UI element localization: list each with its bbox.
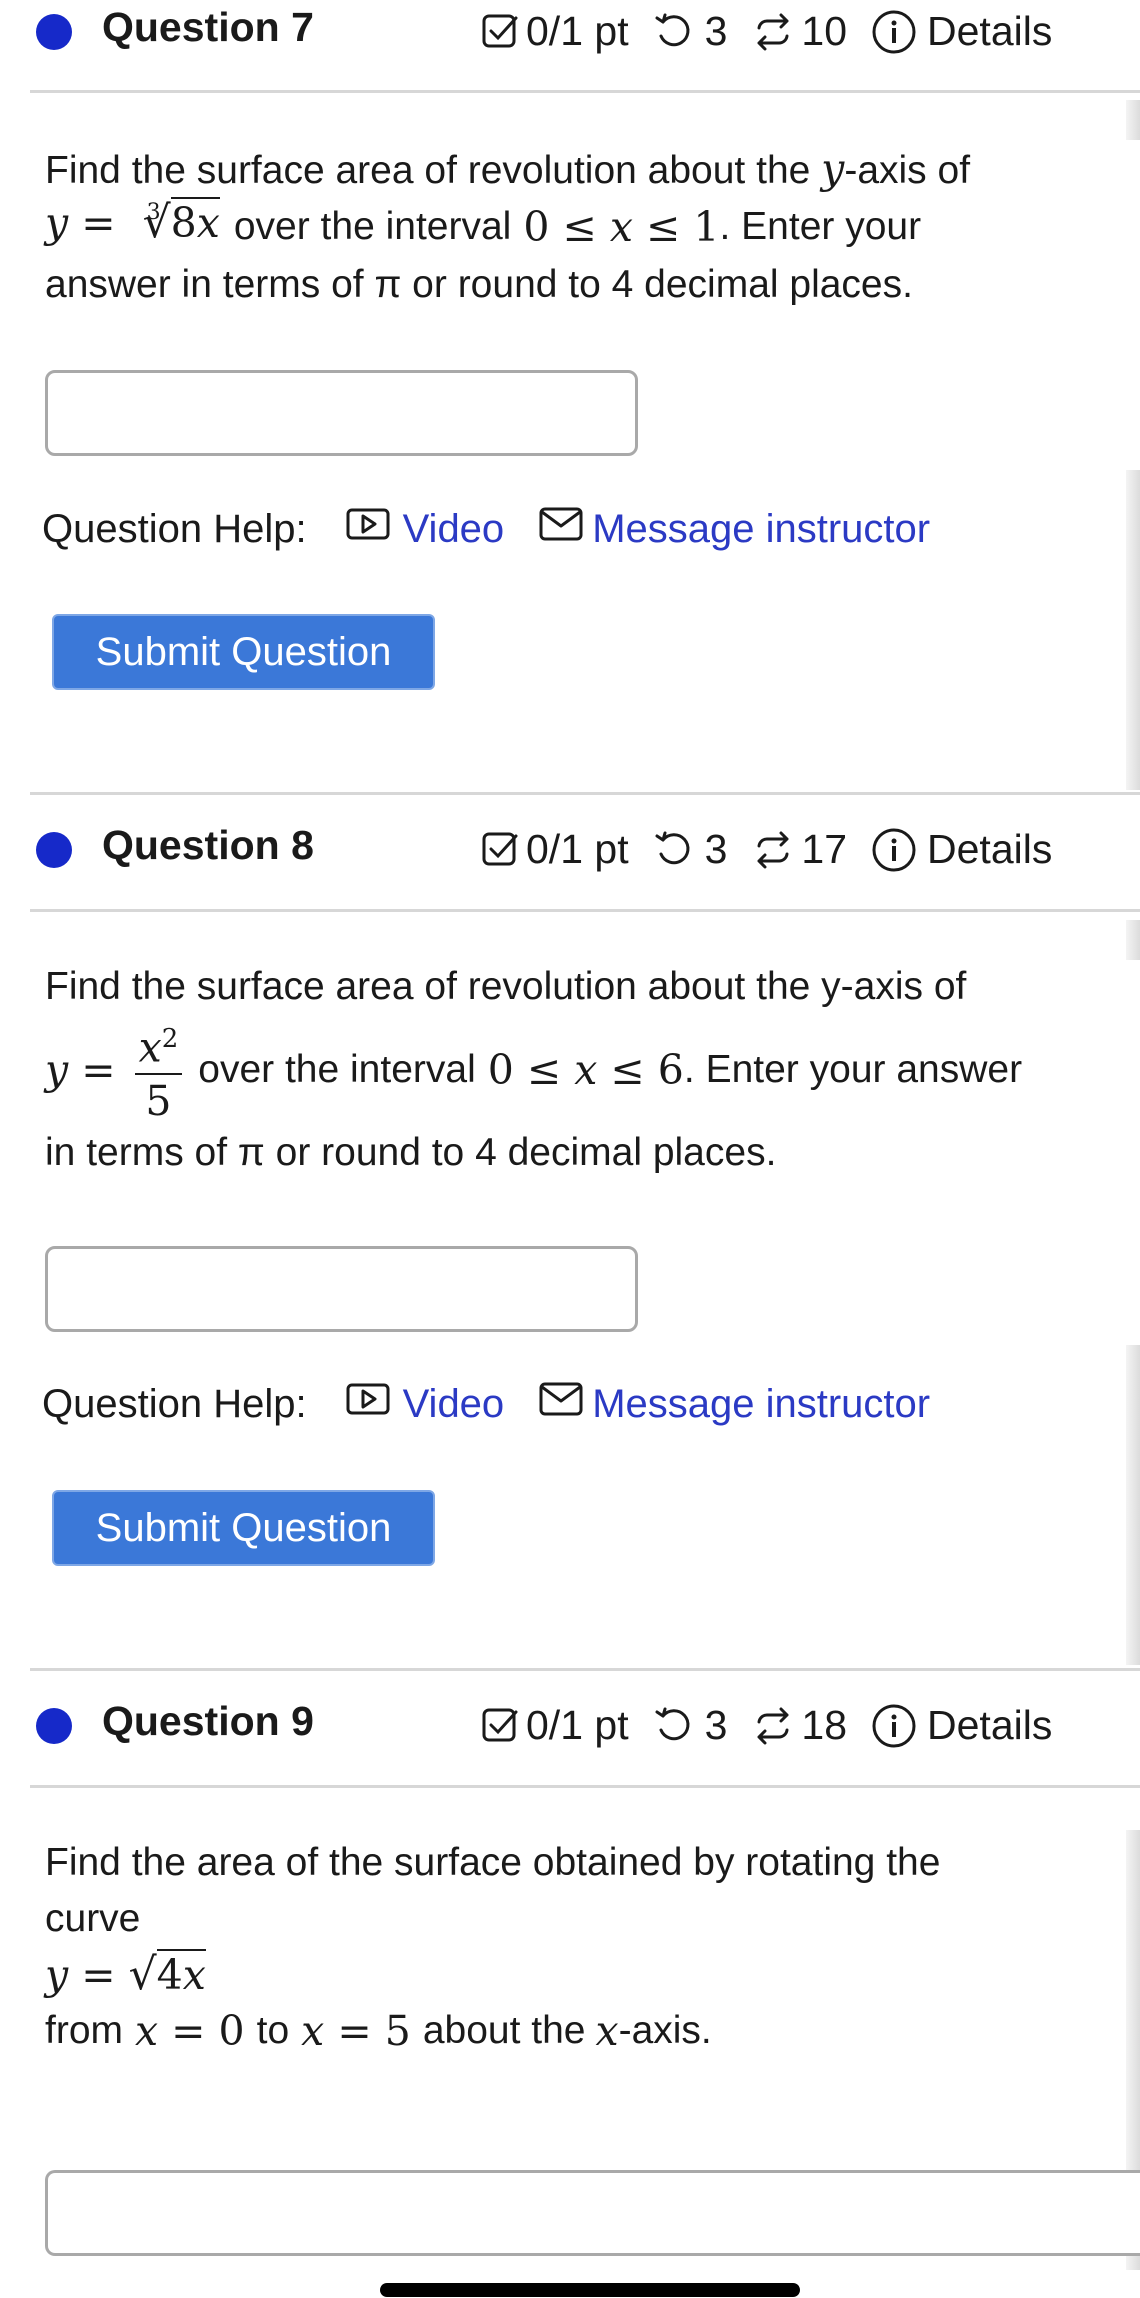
attempts-icon [753, 12, 793, 52]
question-7-header: Question 7 0/1 pt 3 10 Details [0, 0, 1140, 70]
retries-count: 3 [704, 1702, 728, 1748]
interval: 0 ≤ x ≤ 6 [487, 1046, 684, 1094]
video-link[interactable]: Video [345, 505, 504, 553]
details-link[interactable]: Details [927, 8, 1052, 55]
checkbox-icon [480, 830, 520, 870]
question-help: Question Help: Video Message instructor [42, 1380, 930, 1428]
info-icon[interactable] [871, 9, 917, 55]
answer-input[interactable] [45, 2170, 1140, 2256]
scrollbar-edge [1126, 470, 1140, 790]
checkbox-icon [480, 12, 520, 52]
mail-icon [538, 1381, 584, 1427]
retry-icon [653, 1706, 693, 1746]
attempts-icon [753, 830, 793, 870]
divider [30, 90, 1140, 93]
answer-input[interactable] [45, 1246, 638, 1332]
divider [30, 1785, 1140, 1788]
question-title: Question 8 [102, 822, 314, 868]
question-help: Question Help: Video Message instructor [42, 505, 930, 553]
question-8-header: Question 8 0/1 pt 3 17 Details [0, 818, 1140, 888]
help-label: Question Help: [42, 1381, 307, 1426]
question-9-text: Find the area of the surface obtained by… [45, 1841, 941, 2055]
video-icon [345, 1380, 393, 1428]
details-link[interactable]: Details [927, 1702, 1052, 1749]
scrollbar-edge [1126, 920, 1140, 960]
message-instructor-link[interactable]: Message instructor [538, 506, 930, 552]
attempts-icon [753, 1706, 793, 1746]
status-dot [36, 832, 72, 868]
score-text: 0/1 pt [526, 1702, 629, 1748]
question-8-text: Find the surface area of revolution abou… [45, 965, 1023, 1174]
question-9-header: Question 9 0/1 pt 3 18 Details [0, 1694, 1140, 1764]
question-title: Question 7 [102, 4, 314, 50]
equation: y = 3√8x [45, 197, 220, 248]
details-link[interactable]: Details [927, 826, 1052, 873]
question-meta: 0/1 pt 3 10 Details [480, 8, 1052, 55]
mail-icon [538, 506, 584, 552]
interval: 0 ≤ x ≤ 1 [523, 203, 720, 251]
submit-question-button[interactable]: Submit Question [52, 1490, 435, 1566]
answer-input[interactable] [45, 370, 638, 456]
question-meta: 0/1 pt 3 18 Details [480, 1702, 1052, 1749]
scrollbar-edge [1126, 1345, 1140, 1665]
attempts-count: 10 [801, 8, 848, 54]
divider [30, 1668, 1140, 1671]
help-label: Question Help: [42, 506, 307, 551]
retry-icon [653, 12, 693, 52]
checkbox-icon [480, 1706, 520, 1746]
equation: y = √4x [45, 1949, 206, 2000]
submit-question-button[interactable]: Submit Question [52, 614, 435, 690]
score-text: 0/1 pt [526, 826, 629, 872]
question-title: Question 9 [102, 1698, 314, 1744]
info-icon[interactable] [871, 1703, 917, 1749]
score-text: 0/1 pt [526, 8, 629, 54]
question-7-text: Find the surface area of revolution abou… [45, 145, 971, 306]
message-instructor-link[interactable]: Message instructor [538, 1381, 930, 1427]
attempts-count: 18 [801, 1702, 848, 1748]
home-indicator [380, 2283, 800, 2297]
attempts-count: 17 [801, 826, 848, 872]
info-icon[interactable] [871, 827, 917, 873]
scrollbar-edge [1126, 100, 1140, 140]
status-dot [36, 14, 72, 50]
retries-count: 3 [704, 826, 728, 872]
video-icon [345, 505, 393, 553]
equation: y = x2 5 [45, 1017, 188, 1123]
video-link[interactable]: Video [345, 1380, 504, 1428]
retry-icon [653, 830, 693, 870]
question-meta: 0/1 pt 3 17 Details [480, 826, 1052, 873]
divider [30, 792, 1140, 795]
divider [30, 909, 1140, 912]
retries-count: 3 [704, 8, 728, 54]
status-dot [36, 1708, 72, 1744]
